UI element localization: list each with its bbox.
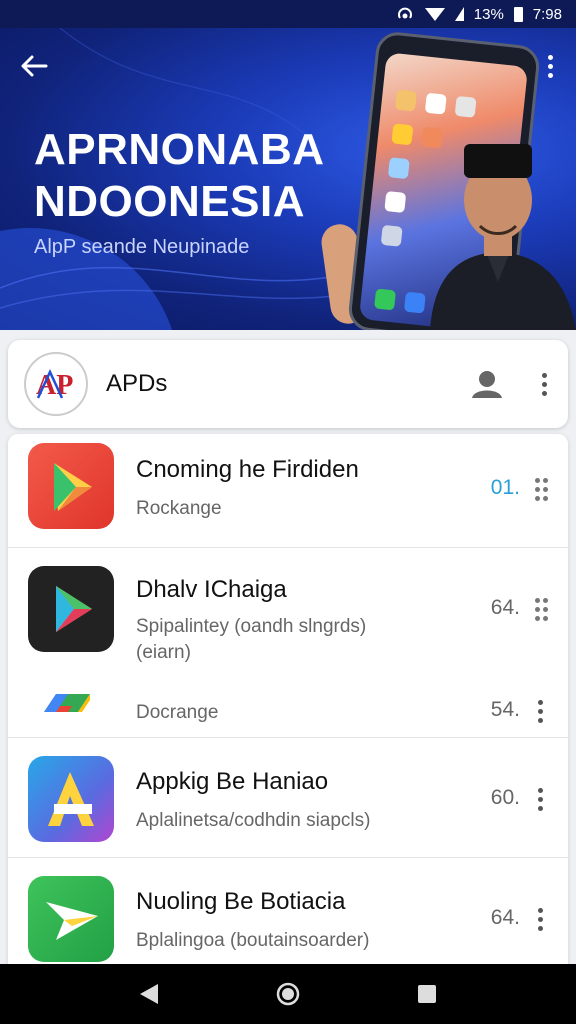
list-item-subtitle: Bplalingoa (boutainsoarder) bbox=[136, 930, 370, 951]
apps-icon bbox=[28, 756, 114, 842]
list-item[interactable]: Dhalv IChaiga Spipalintey (oandh slngrds… bbox=[8, 548, 568, 738]
nav-home-button[interactable] bbox=[264, 970, 312, 1018]
list-item[interactable]: Nuoling Be Botiacia Bplalingoa (boutains… bbox=[8, 858, 568, 964]
more-dot bbox=[547, 63, 553, 69]
list-item-title: Dhalv IChaiga bbox=[136, 576, 287, 603]
hero-title: APRNONABA NDOONESIA bbox=[34, 124, 325, 228]
app-header-card: AP APDs bbox=[8, 340, 568, 428]
list-item-title: Cnoming he Firdiden bbox=[136, 456, 359, 483]
battery-percent: 13% bbox=[473, 5, 504, 23]
list-item[interactable]: Cnoming he Firdiden Rockange 01. bbox=[8, 434, 568, 548]
more-vertical-icon bbox=[547, 54, 553, 60]
system-nav-bar bbox=[0, 964, 576, 1024]
list-item-subtitle-2: (eiarn) bbox=[136, 642, 191, 663]
more-vertical-icon[interactable] bbox=[532, 700, 548, 723]
square-recent-icon bbox=[417, 985, 436, 1003]
more-vertical-icon[interactable] bbox=[536, 372, 552, 396]
list-item-subtitle: Aplalinetsa/codhdin siapcls) bbox=[136, 810, 371, 831]
app-name: APDs bbox=[106, 370, 168, 397]
play-store-icon bbox=[28, 443, 114, 529]
triangle-back-icon bbox=[140, 984, 159, 1004]
play-icon bbox=[28, 566, 114, 652]
app-list: Cnoming he Firdiden Rockange 01. Dhalv I… bbox=[8, 434, 568, 964]
clock: 7:98 bbox=[532, 5, 562, 23]
app-logo[interactable]: AP bbox=[24, 352, 88, 416]
user-icon[interactable] bbox=[470, 368, 504, 400]
nav-recent-button[interactable] bbox=[403, 970, 451, 1018]
more-vertical-icon[interactable] bbox=[532, 908, 548, 931]
wifi-icon bbox=[424, 6, 445, 22]
list-item[interactable]: Appkig Be Haniao Aplalinetsa/codhdin sia… bbox=[8, 738, 568, 858]
circle-home-icon bbox=[276, 982, 300, 1006]
more-vertical-icon[interactable] bbox=[532, 788, 548, 811]
hero-title-line2: NDOONESIA bbox=[34, 177, 305, 226]
list-item-title: Appkig Be Haniao bbox=[136, 768, 329, 795]
more-options-icon[interactable] bbox=[535, 478, 548, 501]
list-item-value: 54. bbox=[490, 698, 520, 721]
list-item-value: 60. bbox=[490, 786, 520, 809]
docrange-icon bbox=[42, 688, 92, 718]
svg-text:AP: AP bbox=[36, 370, 73, 401]
list-item-subtitle: Docrange bbox=[136, 702, 219, 723]
list-item-value: 64. bbox=[490, 596, 520, 619]
list-item-subtitle: Rockange bbox=[136, 498, 222, 519]
arrow-left-icon bbox=[21, 55, 48, 77]
hero-subtitle: AlpP seande Neupinade bbox=[34, 236, 250, 258]
hero-title-line1: APRNONABA bbox=[34, 125, 325, 174]
list-item-value: 01. bbox=[490, 476, 520, 499]
more-dot bbox=[547, 72, 553, 78]
battery-icon bbox=[513, 6, 523, 22]
hero-banner: APRNONABA NDOONESIA AlpP seande Neupinad… bbox=[0, 28, 576, 330]
signal-icon bbox=[454, 7, 464, 21]
list-item-title: Nuoling Be Botiacia bbox=[136, 888, 346, 915]
person-illustration bbox=[430, 144, 576, 330]
status-bar: 13% 7:98 bbox=[0, 0, 576, 28]
list-item-value: 64. bbox=[490, 906, 520, 929]
send-icon bbox=[28, 876, 114, 962]
nav-back-button[interactable] bbox=[125, 970, 173, 1018]
hotspot-icon bbox=[395, 6, 415, 22]
back-button[interactable] bbox=[14, 46, 54, 86]
more-options-button[interactable] bbox=[538, 48, 562, 84]
more-options-icon[interactable] bbox=[535, 598, 548, 621]
list-item-subtitle: Spipalintey (oandh slngrds) bbox=[136, 616, 367, 637]
app-logo-mark: AP bbox=[36, 369, 73, 401]
